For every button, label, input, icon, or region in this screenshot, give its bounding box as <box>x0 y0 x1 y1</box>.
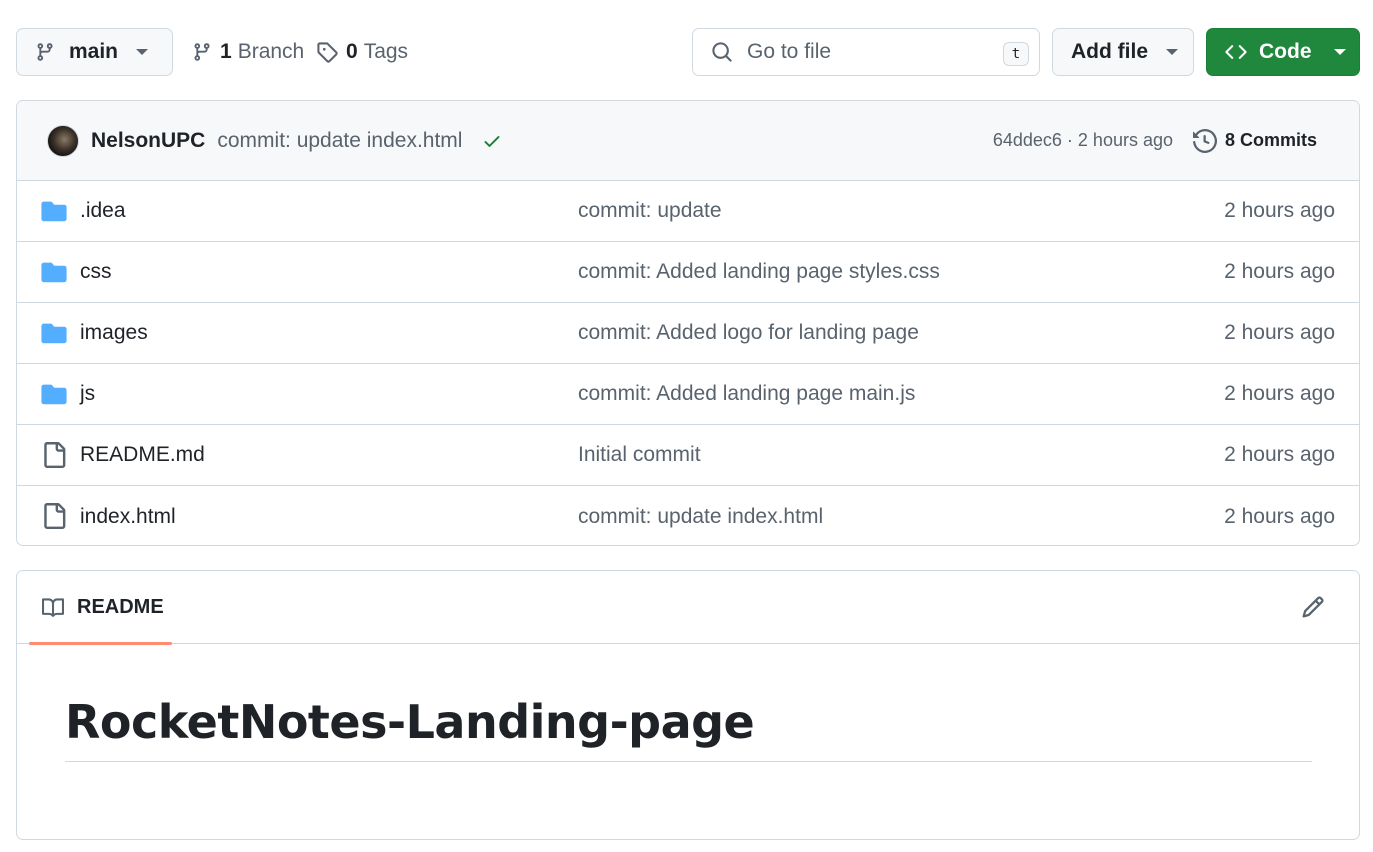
branch-word: Branch <box>237 40 305 63</box>
folder-icon <box>41 201 67 222</box>
add-file-label: Add file <box>1071 40 1148 63</box>
file-row[interactable]: .idea commit: update 2 hours ago <box>17 181 1359 242</box>
tag-count: 0 <box>346 40 358 63</box>
readme-content: RocketNotes-Landing-page <box>65 695 1312 762</box>
branches-link[interactable]: 1 Branch <box>192 28 304 76</box>
folder-icon <box>41 384 67 405</box>
code-label: Code <box>1259 40 1312 63</box>
file-browser: NelsonUPC commit: update index.html 64dd… <box>16 100 1360 546</box>
file-age: 2 hours ago <box>1224 443 1335 466</box>
commits-link[interactable]: 8 Commits <box>1192 128 1317 153</box>
check-icon[interactable] <box>482 131 502 151</box>
code-button[interactable]: Code <box>1206 28 1360 76</box>
file-row[interactable]: index.html commit: update index.html 2 h… <box>17 486 1359 545</box>
branch-selector-button[interactable]: main <box>16 28 173 76</box>
book-icon <box>42 597 65 617</box>
git-branch-icon <box>37 43 53 61</box>
branch-name: main <box>69 40 119 63</box>
file-age: 2 hours ago <box>1224 199 1335 222</box>
search-placeholder: Go to file <box>747 40 832 63</box>
chevron-down-icon <box>1166 49 1178 55</box>
chevron-down-icon <box>136 49 149 55</box>
go-to-file-input[interactable]: Go to file t <box>692 28 1040 76</box>
file-commit-message[interactable]: Initial commit <box>578 443 701 467</box>
latest-commit-bar: NelsonUPC commit: update index.html 64dd… <box>17 101 1359 181</box>
avatar[interactable] <box>47 124 79 157</box>
file-commit-message[interactable]: commit: Added landing page main.js <box>578 382 915 406</box>
tags-link[interactable]: 0 Tags <box>316 28 408 76</box>
file-age: 2 hours ago <box>1224 382 1335 405</box>
file-row[interactable]: js commit: Added landing page main.js 2 … <box>17 364 1359 425</box>
branch-count: 1 <box>220 40 232 63</box>
file-row[interactable]: css commit: Added landing page styles.cs… <box>17 242 1359 303</box>
file-age: 2 hours ago <box>1224 260 1335 283</box>
readme-header: README <box>17 571 1359 645</box>
file-row[interactable]: README.md Initial commit 2 hours ago <box>17 425 1359 486</box>
readme-heading: RocketNotes-Landing-page <box>65 695 1312 762</box>
folder-icon <box>41 323 67 344</box>
file-commit-message[interactable]: commit: update index.html <box>578 505 823 529</box>
file-icon <box>44 442 66 468</box>
file-age: 2 hours ago <box>1224 321 1335 344</box>
commits-count-label: 8 Commits <box>1224 130 1317 150</box>
file-name[interactable]: css <box>80 260 112 284</box>
tag-icon <box>317 42 338 63</box>
add-file-button[interactable]: Add file <box>1052 28 1194 76</box>
file-name[interactable]: index.html <box>80 505 176 529</box>
git-branch-icon <box>194 43 210 61</box>
readme-tab-label: README <box>77 596 164 618</box>
file-row[interactable]: images commit: Added logo for landing pa… <box>17 303 1359 364</box>
file-name[interactable]: js <box>80 382 95 406</box>
file-name[interactable]: images <box>80 321 148 345</box>
file-name[interactable]: README.md <box>80 443 205 467</box>
history-icon <box>1192 128 1217 153</box>
file-icon <box>44 503 66 529</box>
repo-toolbar: main 1 Branch 0 Tags Go to file t Add fi… <box>16 28 1360 76</box>
chevron-down-icon <box>1333 49 1346 55</box>
pencil-icon[interactable] <box>1301 595 1325 619</box>
code-icon <box>1225 45 1247 59</box>
keyboard-shortcut-badge: t <box>1003 42 1029 66</box>
tag-word: Tags <box>363 40 409 63</box>
readme-panel: README RocketNotes-Landing-page <box>16 570 1360 840</box>
tab-readme[interactable]: README <box>29 571 172 645</box>
file-commit-message[interactable]: commit: Added logo for landing page <box>578 321 919 345</box>
folder-icon <box>41 262 67 283</box>
search-icon <box>712 42 732 62</box>
file-commit-message[interactable]: commit: Added landing page styles.css <box>578 260 940 284</box>
commit-sha-time[interactable]: 64ddec6 · 2 hours ago <box>993 130 1173 151</box>
commit-author[interactable]: NelsonUPC <box>91 129 205 153</box>
file-age: 2 hours ago <box>1224 504 1335 528</box>
file-name[interactable]: .idea <box>80 199 126 223</box>
file-commit-message[interactable]: commit: update <box>578 199 722 223</box>
commit-message[interactable]: commit: update index.html <box>217 129 462 153</box>
